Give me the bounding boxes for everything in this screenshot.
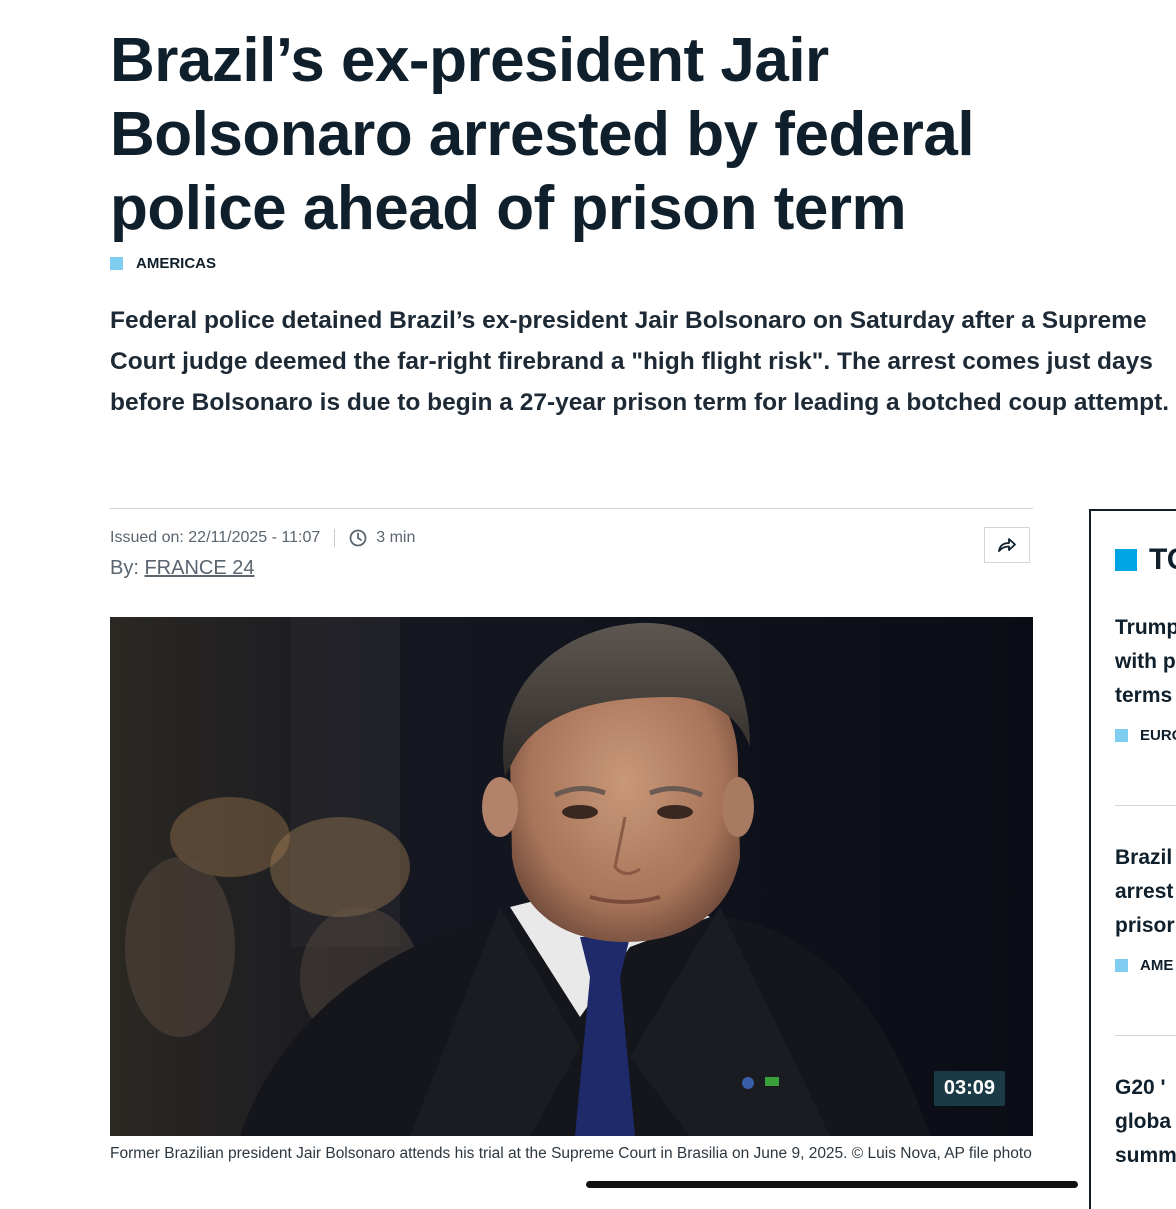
issued-date: Issued on: 22/11/2025 - 11:07 (110, 529, 321, 546)
byline-prefix: By: (110, 557, 139, 579)
home-indicator[interactable] (586, 1181, 1078, 1188)
square-marker-icon (110, 257, 123, 270)
article-category[interactable]: AMERICAS (110, 255, 216, 272)
article-headline: Brazil’s ex-president Jair Bolsonaro arr… (110, 26, 975, 243)
article-video-thumbnail[interactable]: 03:09 (110, 617, 1033, 1136)
article-meta: Issued on: 22/11/2025 - 11:07 3 min (110, 529, 415, 547)
square-marker-icon (1115, 549, 1137, 571)
story-divider (1115, 805, 1176, 806)
read-time: 3 min (376, 529, 416, 546)
top-stories-sidebar: TO Trump with p terms EURO Brazil arrest… (1089, 509, 1176, 1209)
square-marker-icon (1115, 729, 1128, 742)
story-divider (1115, 1035, 1176, 1036)
category-label[interactable]: AMERICAS (136, 255, 216, 272)
story-category[interactable]: AME (1115, 957, 1176, 974)
story-title-line[interactable]: with p (1115, 645, 1176, 679)
story-title-line[interactable]: terms (1115, 679, 1176, 713)
sidebar-heading-text: TO (1149, 543, 1176, 576)
story-category-label[interactable]: AME (1140, 957, 1173, 974)
sidebar-heading: TO (1115, 543, 1176, 577)
story-category[interactable]: EURO (1115, 727, 1176, 744)
sidebar-story[interactable]: G20 ' globa summ (1115, 1071, 1176, 1173)
story-category-label[interactable]: EURO (1140, 727, 1176, 744)
square-marker-icon (1115, 959, 1128, 972)
share-icon (998, 538, 1016, 552)
story-title-line[interactable]: globa (1115, 1105, 1176, 1139)
byline: By: FRANCE 24 (110, 557, 255, 580)
story-title-line[interactable]: G20 ' (1115, 1071, 1176, 1105)
story-title-line[interactable]: Trump (1115, 611, 1176, 645)
author-link[interactable]: FRANCE 24 (144, 557, 254, 579)
sidebar-story[interactable]: Trump with p terms EURO (1115, 611, 1176, 744)
share-button[interactable] (984, 527, 1030, 563)
sidebar-story[interactable]: Brazil arrest prisor AME (1115, 841, 1176, 974)
video-duration-badge: 03:09 (933, 1071, 1005, 1106)
story-title-line[interactable]: prisor (1115, 909, 1176, 943)
photo-caption: Former Brazilian president Jair Bolsonar… (110, 1145, 1032, 1162)
story-title-line[interactable]: arrest (1115, 875, 1176, 909)
story-title-line[interactable]: Brazil (1115, 841, 1176, 875)
meta-separator (334, 529, 336, 547)
meta-divider (110, 508, 1033, 509)
clock-icon (349, 529, 367, 547)
article-lead: Federal police detained Brazil’s ex-pres… (110, 307, 1170, 416)
bolsonaro-photo (110, 617, 1033, 1136)
story-title-line[interactable]: summ (1115, 1139, 1176, 1173)
